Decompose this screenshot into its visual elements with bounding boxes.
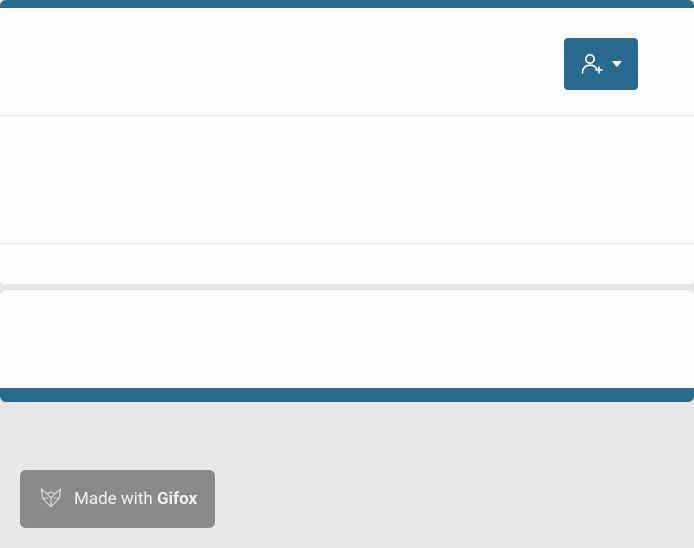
bottom-accent-bar [0, 388, 694, 402]
content-panel-2 [0, 244, 694, 285]
top-accent-bar [0, 0, 694, 8]
watermark-badge: Made with Gifox [20, 470, 215, 528]
watermark-prefix: Made with [74, 489, 157, 509]
add-user-icon [580, 52, 604, 76]
chevron-down-icon [612, 61, 622, 67]
fox-icon [38, 484, 64, 514]
header-section [0, 8, 694, 116]
footer-frame [0, 290, 694, 402]
page-frame [0, 0, 694, 285]
watermark-text: Made with Gifox [74, 489, 197, 509]
content-panel-1 [0, 116, 694, 244]
footer-section [0, 290, 694, 388]
watermark-brand: Gifox [157, 489, 197, 509]
add-user-dropdown-button[interactable] [564, 38, 638, 90]
